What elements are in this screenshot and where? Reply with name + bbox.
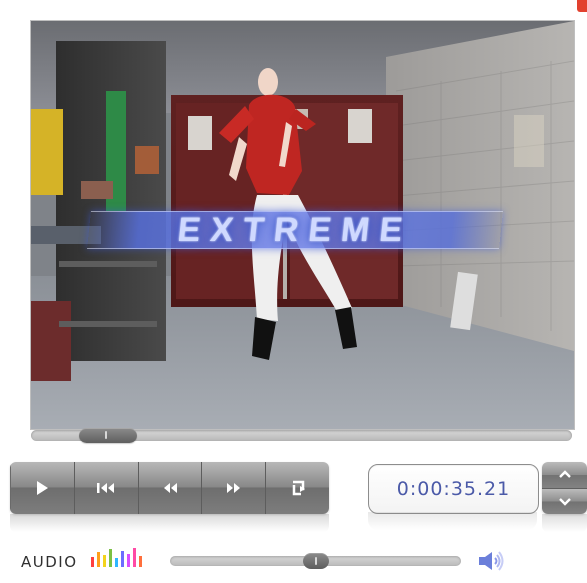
time-step-up-button[interactable] bbox=[542, 462, 587, 489]
chevron-down-icon bbox=[557, 495, 573, 507]
audio-level-bar bbox=[121, 551, 124, 567]
audio-label: AUDIO bbox=[21, 553, 78, 571]
fast-forward-button[interactable] bbox=[202, 462, 267, 514]
corner-mark bbox=[577, 0, 587, 12]
audio-level-bar bbox=[133, 548, 136, 567]
audio-levels bbox=[88, 545, 146, 569]
play-button[interactable] bbox=[10, 462, 75, 514]
seek-thumb[interactable] bbox=[79, 428, 138, 443]
audio-level-bar bbox=[91, 557, 94, 567]
transport-controls bbox=[10, 462, 329, 514]
audio-level-bar bbox=[97, 552, 100, 567]
time-step-down-button[interactable] bbox=[542, 488, 587, 514]
audio-level-bar bbox=[109, 549, 112, 567]
audio-level-bar bbox=[115, 558, 118, 567]
audio-levels-icon bbox=[88, 545, 146, 569]
time-display-value: 0:00:35.21 bbox=[396, 478, 511, 500]
repeat-icon bbox=[283, 476, 313, 500]
audio-level-bar bbox=[103, 555, 106, 567]
skip-back-icon bbox=[91, 476, 121, 500]
volume-slider[interactable] bbox=[170, 553, 461, 569]
transport-reflection bbox=[10, 514, 329, 532]
chevron-up-icon bbox=[557, 469, 573, 481]
speaker-button[interactable] bbox=[477, 548, 507, 574]
skip-back-button[interactable] bbox=[74, 462, 139, 514]
video-frame: EXTREME bbox=[30, 20, 575, 430]
volume-thumb[interactable] bbox=[302, 553, 329, 569]
speaker-icon bbox=[477, 548, 507, 574]
seek-bar[interactable] bbox=[31, 428, 572, 443]
rewind-icon bbox=[155, 476, 185, 500]
rewind-button[interactable] bbox=[138, 462, 203, 514]
time-display: 0:00:35.21 bbox=[368, 464, 539, 514]
time-stepper-reflection bbox=[542, 514, 587, 532]
audio-level-bar bbox=[127, 554, 130, 567]
repeat-button[interactable] bbox=[266, 462, 329, 514]
time-stepper bbox=[542, 462, 587, 514]
audio-level-bar bbox=[139, 556, 142, 567]
fast-forward-icon bbox=[219, 476, 249, 500]
time-display-reflection bbox=[368, 512, 537, 530]
play-icon bbox=[27, 476, 57, 500]
video-title-overlay: EXTREME bbox=[87, 211, 503, 249]
